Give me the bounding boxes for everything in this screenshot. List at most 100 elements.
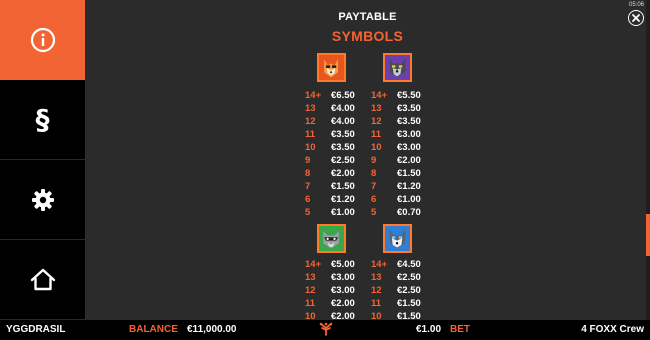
payout-count: 8 [371, 168, 377, 179]
payout-count: 5 [305, 207, 311, 218]
payout-amount: €1.00 [331, 207, 355, 218]
payout-amount: €1.50 [397, 311, 421, 320]
payout-count: 10 [305, 311, 316, 320]
payout-amount: €1.50 [397, 168, 421, 179]
payout-row: 10 €1.50 [371, 311, 431, 320]
payout-row: 13 €4.00 [305, 103, 365, 116]
payout-count: 12 [371, 116, 382, 127]
balance-value: €11,000.00 [187, 324, 237, 335]
payout-row: 13 €3.50 [371, 103, 431, 116]
payout-count: 10 [371, 142, 382, 153]
payout-amount: €2.00 [331, 298, 355, 309]
payout-row: 14+ €4.50 [371, 259, 431, 272]
payout-count: 11 [305, 298, 316, 309]
settings-button[interactable] [0, 160, 85, 240]
payout-row: 12 €3.50 [371, 116, 431, 129]
game-name: 4 FOXX Crew [581, 324, 644, 335]
payout-count: 5 [371, 207, 377, 218]
payout-amount: €5.00 [331, 259, 355, 270]
payout-amount: €2.00 [331, 168, 355, 179]
rules-button[interactable]: § [0, 80, 85, 160]
payout-row: 5 €1.00 [305, 207, 365, 220]
payout-row: 11 €2.00 [305, 298, 365, 311]
payout-amount: €2.00 [397, 155, 421, 166]
payout-amount: €3.00 [331, 272, 355, 283]
payout-amount: €3.50 [397, 103, 421, 114]
payout-amount: €4.50 [397, 259, 421, 270]
payout-row: 9 €2.50 [305, 155, 365, 168]
payout-row: 12 €2.50 [371, 285, 431, 298]
section-icon: § [35, 102, 50, 136]
gear-icon [31, 188, 54, 211]
payout-count: 13 [371, 103, 382, 114]
payout-count: 12 [371, 285, 382, 296]
bottom-bar: YGGDRASIL BALANCE €11,000.00 €1.00 BET 4… [0, 320, 650, 340]
payout-row: 9 €2.00 [371, 155, 431, 168]
paytable-panel[interactable]: PAYTABLE SYMBOLS 14+ €6.50 13 €4.00 12 €4.00 1… [85, 0, 650, 320]
payout-row: 10 €2.00 [305, 311, 365, 320]
payout-count: 8 [305, 168, 311, 179]
payout-amount: €3.50 [331, 129, 355, 140]
balance-label: BALANCE [129, 324, 178, 335]
bet-label[interactable]: BET [450, 324, 470, 335]
payout-row: 10 €3.00 [371, 142, 431, 155]
payout-row: 7 €1.20 [371, 181, 431, 194]
scrollbar-thumb[interactable] [646, 214, 650, 256]
payout-amount: €4.00 [331, 116, 355, 127]
payout-amount: €3.00 [397, 129, 421, 140]
payout-amount: €4.00 [331, 103, 355, 114]
payout-row: 14+ €5.50 [371, 90, 431, 103]
close-button[interactable] [628, 10, 644, 26]
payout-amount: €1.20 [331, 194, 355, 205]
payout-count: 12 [305, 285, 316, 296]
close-icon [632, 14, 640, 22]
fox-symbol-icon [317, 53, 346, 82]
payout-amount: €2.50 [331, 155, 355, 166]
payout-count: 9 [371, 155, 377, 166]
payout-amount: €0.70 [397, 207, 421, 218]
payout-row: 6 €1.00 [371, 194, 431, 207]
payout-row: 8 €1.50 [371, 168, 431, 181]
payout-row: 11 €3.50 [305, 129, 365, 142]
sidebar: § [0, 0, 85, 320]
payout-count: 10 [371, 311, 382, 320]
payout-row: 14+ €5.00 [305, 259, 365, 272]
payout-amount: €2.50 [397, 285, 421, 296]
payout-count: 14+ [305, 259, 322, 270]
section-title: SYMBOLS [331, 28, 404, 44]
payout-row: 10 €3.50 [305, 142, 365, 155]
info-button[interactable] [0, 0, 85, 80]
payout-count: 12 [305, 116, 316, 127]
payout-row: 8 €2.00 [305, 168, 365, 181]
page-title: PAYTABLE [338, 11, 397, 23]
payout-count: 11 [371, 298, 382, 309]
payout-count: 14+ [371, 259, 388, 270]
wolf-symbol-icon [383, 53, 412, 82]
payout-count: 6 [371, 194, 377, 205]
home-icon [30, 268, 55, 290]
payout-row: 11 €3.00 [371, 129, 431, 142]
payout-count: 14+ [371, 90, 388, 101]
payout-amount: €1.50 [331, 181, 355, 192]
payout-count: 11 [371, 129, 382, 140]
payout-amount: €2.00 [331, 311, 355, 320]
scrollbar-track[interactable] [646, 0, 650, 320]
payout-row: 5 €0.70 [371, 207, 431, 220]
clock: 05:06 [628, 2, 644, 8]
payout-count: 14+ [305, 90, 322, 101]
payout-row: 6 €1.20 [305, 194, 365, 207]
payout-row: 13 €3.00 [305, 272, 365, 285]
payout-amount: €5.50 [397, 90, 421, 101]
raccoon-symbol-icon [317, 224, 346, 253]
payout-amount: €6.50 [331, 90, 355, 101]
payout-row: 7 €1.50 [305, 181, 365, 194]
home-button[interactable] [0, 240, 85, 320]
payout-count: 9 [305, 155, 311, 166]
bet-value[interactable]: €1.00 [416, 324, 441, 335]
brand-logo: YGGDRASIL [6, 324, 66, 335]
payout-amount: €3.50 [397, 116, 421, 127]
payout-amount: €1.20 [397, 181, 421, 192]
payout-count: 13 [305, 272, 316, 283]
payout-count: 7 [305, 181, 311, 192]
payout-count: 13 [371, 272, 382, 283]
